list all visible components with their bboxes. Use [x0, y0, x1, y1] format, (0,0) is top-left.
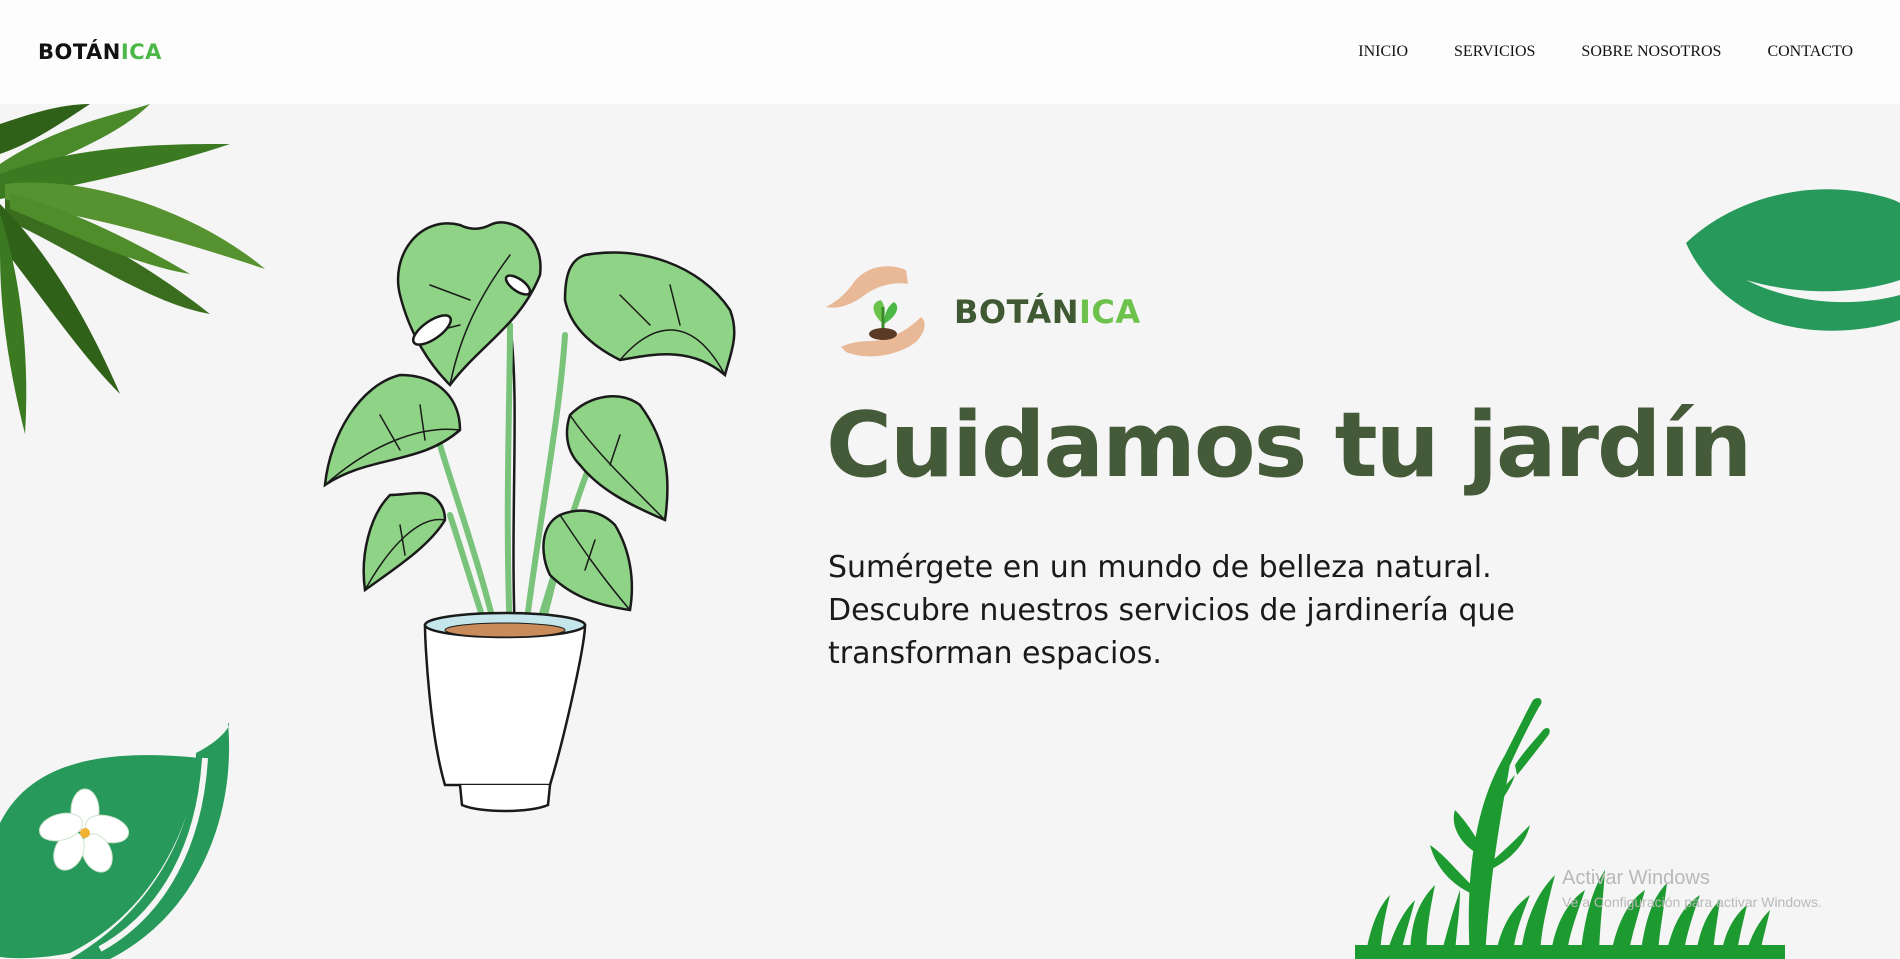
- nav-contacto[interactable]: CONTACTO: [1767, 43, 1853, 61]
- brand-part1: BOTÁN: [38, 40, 121, 64]
- nav-sobre-nosotros[interactable]: SOBRE NOSOTROS: [1581, 43, 1721, 61]
- hero-title: Cuidamos tu jardín: [826, 393, 1752, 498]
- grass-icon: [1355, 697, 1785, 959]
- watermark-line1: Activar Windows: [1562, 867, 1710, 889]
- hero-logo-part2: ICA: [1078, 293, 1141, 331]
- hands-sprout-icon: [826, 266, 925, 357]
- hero-logo-name: BOTÁNICA: [954, 293, 1141, 331]
- main-nav: INICIO SERVICIOS SOBRE NOSOTROS CONTACTO: [1358, 43, 1853, 61]
- green-leaf-icon: [1686, 189, 1900, 331]
- nav-inicio[interactable]: INICIO: [1358, 43, 1408, 61]
- site-header: BOTÁNICA INICIO SERVICIOS SOBRE NOSOTROS…: [0, 0, 1900, 104]
- brand-logo[interactable]: BOTÁNICA: [38, 40, 162, 64]
- palm-leaves-icon: [0, 104, 265, 434]
- hero-description: Sumérgete en un mundo de belleza natural…: [828, 550, 1515, 671]
- brand-part2: ICA: [120, 40, 162, 64]
- flower-leaf-icon: [0, 723, 230, 959]
- windows-activation-watermark: Activar Windows Ve a Configuración para …: [1562, 867, 1822, 910]
- hero-logo: BOTÁNICA: [826, 262, 1141, 362]
- monstera-plant-icon: [323, 221, 736, 813]
- hero-logo-part1: BOTÁN: [954, 293, 1079, 331]
- watermark-line2: Ve a Configuración para activar Windows.: [1562, 894, 1822, 910]
- nav-servicios[interactable]: SERVICIOS: [1454, 43, 1535, 61]
